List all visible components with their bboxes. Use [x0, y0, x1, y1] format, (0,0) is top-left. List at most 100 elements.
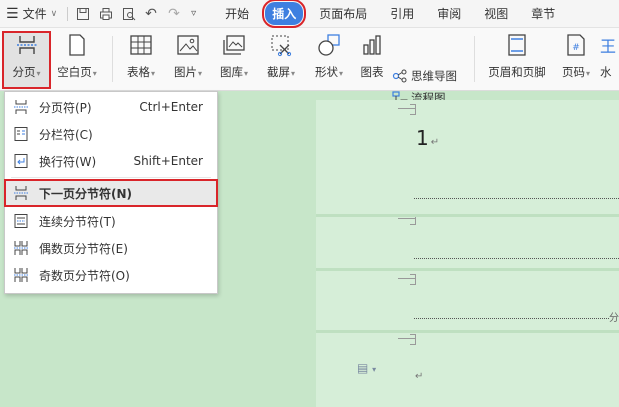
edge-text: 分: [609, 313, 619, 324]
shape-icon: [318, 34, 340, 56]
mindmap-button[interactable]: 思维导图: [392, 68, 457, 84]
tab-insert[interactable]: 插入: [262, 0, 307, 28]
dotted-line: [414, 258, 619, 259]
paste-options-icon[interactable]: ▤ ▾: [357, 361, 376, 375]
dropdown-arrow-icon: ▾: [36, 69, 41, 78]
table-label: 表格: [126, 65, 150, 79]
blank-page-label: 空白页: [57, 65, 92, 79]
picture-label: 图片: [173, 65, 197, 79]
tab-home[interactable]: 开始: [218, 2, 256, 25]
screenshot-button[interactable]: 截屏▾: [259, 32, 303, 80]
menu-item-shortcut: Ctrl+Enter: [139, 100, 203, 114]
menu-item-next-page-section-break[interactable]: 下一页分节符(N): [4, 179, 218, 207]
dotted-line: [414, 318, 609, 319]
tab-page-layout[interactable]: 页面布局: [312, 2, 374, 25]
page-number-icon: #: [567, 34, 585, 56]
tab-review[interactable]: 审阅: [430, 2, 468, 25]
print-preview-icon[interactable]: [122, 7, 136, 21]
page-break-icon: [14, 100, 28, 114]
divider: [474, 36, 475, 82]
paragraph-mark: ↵: [430, 137, 440, 148]
dropdown-arrow-icon: ▾: [585, 69, 590, 78]
even-page-section-icon: [14, 241, 28, 255]
dropdown-arrow-icon: ▾: [92, 69, 97, 78]
gallery-label: 图库: [219, 65, 243, 79]
page-corner-mark: [398, 104, 416, 115]
divider: [112, 36, 113, 82]
chart-label: 图表: [360, 65, 384, 79]
menu-item-label: 换行符(W): [39, 154, 97, 169]
picture-button[interactable]: 图片▾: [166, 32, 210, 80]
watermark-label: 水: [600, 65, 612, 79]
page-number-button[interactable]: # 页码▾: [556, 32, 596, 80]
menu-divider: [11, 177, 211, 178]
page-gap: [316, 268, 619, 271]
screenshot-icon: [271, 35, 292, 57]
paragraph-mark: ↵: [415, 371, 424, 382]
page-number-label: 页码: [561, 65, 585, 79]
save-icon[interactable]: [76, 7, 90, 21]
ribbon: 分页▾ 空白页▾ 表格▾ 图片▾ 图库▾ 截屏▾ 形状▾ 图表 思维导图 流程图: [0, 28, 619, 105]
page-corner-mark: [398, 214, 416, 225]
file-menu-label: 文件: [22, 7, 47, 21]
menu-item-label: 下一页分节符(N): [39, 186, 133, 201]
menu-item-line-break[interactable]: 换行符(W) Shift+Enter: [5, 148, 217, 174]
menu-item-label: 连续分节符(T): [39, 214, 116, 229]
menu-item-label: 分页符(P): [39, 100, 92, 115]
tab-references[interactable]: 引用: [383, 2, 421, 25]
dropdown-arrow-icon: ▾: [150, 69, 155, 78]
dropdown-arrow-icon: ▾: [290, 69, 295, 78]
print-icon[interactable]: [99, 7, 113, 21]
file-menu[interactable]: ☰ 文件 ∨: [6, 5, 57, 22]
page-break-dropdown: 分页符(P) Ctrl+Enter 分栏符(C) 换行符(W) Shift+En…: [4, 91, 218, 294]
odd-page-section-icon: [14, 268, 28, 282]
dropdown-arrow-icon: ▾: [197, 69, 202, 78]
blank-page-icon: [69, 34, 85, 56]
mindmap-icon: [392, 69, 407, 83]
blank-page-button[interactable]: 空白页▾: [52, 32, 102, 80]
shape-button[interactable]: 形状▾: [307, 32, 351, 80]
chevron-down-icon: ∨: [50, 8, 58, 19]
page-corner-mark: [398, 274, 416, 285]
gallery-button[interactable]: 图库▾: [212, 32, 256, 80]
header-footer-button[interactable]: 页眉和页脚: [482, 32, 552, 80]
undo-icon[interactable]: ↶: [145, 7, 159, 21]
menu-item-odd-page-section-break[interactable]: 奇数页分节符(O): [5, 262, 217, 288]
page-gap: [316, 214, 619, 217]
menu-item-even-page-section-break[interactable]: 偶数页分节符(E): [5, 235, 217, 261]
menu-item-label: 偶数页分节符(E): [39, 241, 128, 256]
menu-item-page-break[interactable]: 分页符(P) Ctrl+Enter: [5, 94, 217, 120]
page-number-text: 1 ↵: [416, 126, 439, 150]
continuous-section-icon: [14, 214, 28, 228]
header-footer-icon: [508, 34, 526, 56]
mindmap-label: 思维导图: [411, 69, 457, 83]
menu-item-continuous-section-break[interactable]: 连续分节符(T): [5, 208, 217, 234]
page-break-icon: [16, 36, 37, 54]
menu-item-label: 奇数页分节符(O): [39, 268, 130, 283]
menu-item-column-break[interactable]: 分栏符(C): [5, 121, 217, 147]
watermark-button[interactable]: 王 水: [600, 32, 619, 80]
menu-item-shortcut: Shift+Enter: [133, 154, 203, 168]
svg-text:#: #: [572, 43, 580, 53]
tab-chapter[interactable]: 章节: [524, 2, 562, 25]
page-corner-mark: [398, 334, 416, 345]
dotted-line: [414, 198, 619, 199]
page-number-value: 1: [416, 126, 429, 150]
menu-bar: ☰ 文件 ∨ ↶ ↷ ▿ 开始 插入 页面布局 引用 审阅 视图 章节: [0, 0, 619, 28]
page-gap: [316, 330, 619, 333]
tab-view[interactable]: 视图: [477, 2, 515, 25]
next-page-section-icon: [14, 186, 28, 200]
customize-toolbar-icon[interactable]: ▿: [191, 7, 205, 21]
redo-icon[interactable]: ↷: [168, 7, 182, 21]
menu-item-label: 分栏符(C): [39, 127, 93, 142]
picture-icon: [177, 35, 199, 55]
column-break-icon: [14, 127, 28, 141]
shape-label: 形状: [314, 65, 338, 79]
watermark-icon: 王: [600, 37, 617, 56]
dropdown-arrow-icon: ▾: [243, 69, 248, 78]
line-break-icon: [14, 154, 28, 168]
chart-button[interactable]: 图表: [355, 32, 389, 80]
table-button[interactable]: 表格▾: [119, 32, 163, 80]
page-break-button[interactable]: 分页▾: [6, 32, 47, 80]
page-break-label: 分页: [12, 65, 36, 79]
